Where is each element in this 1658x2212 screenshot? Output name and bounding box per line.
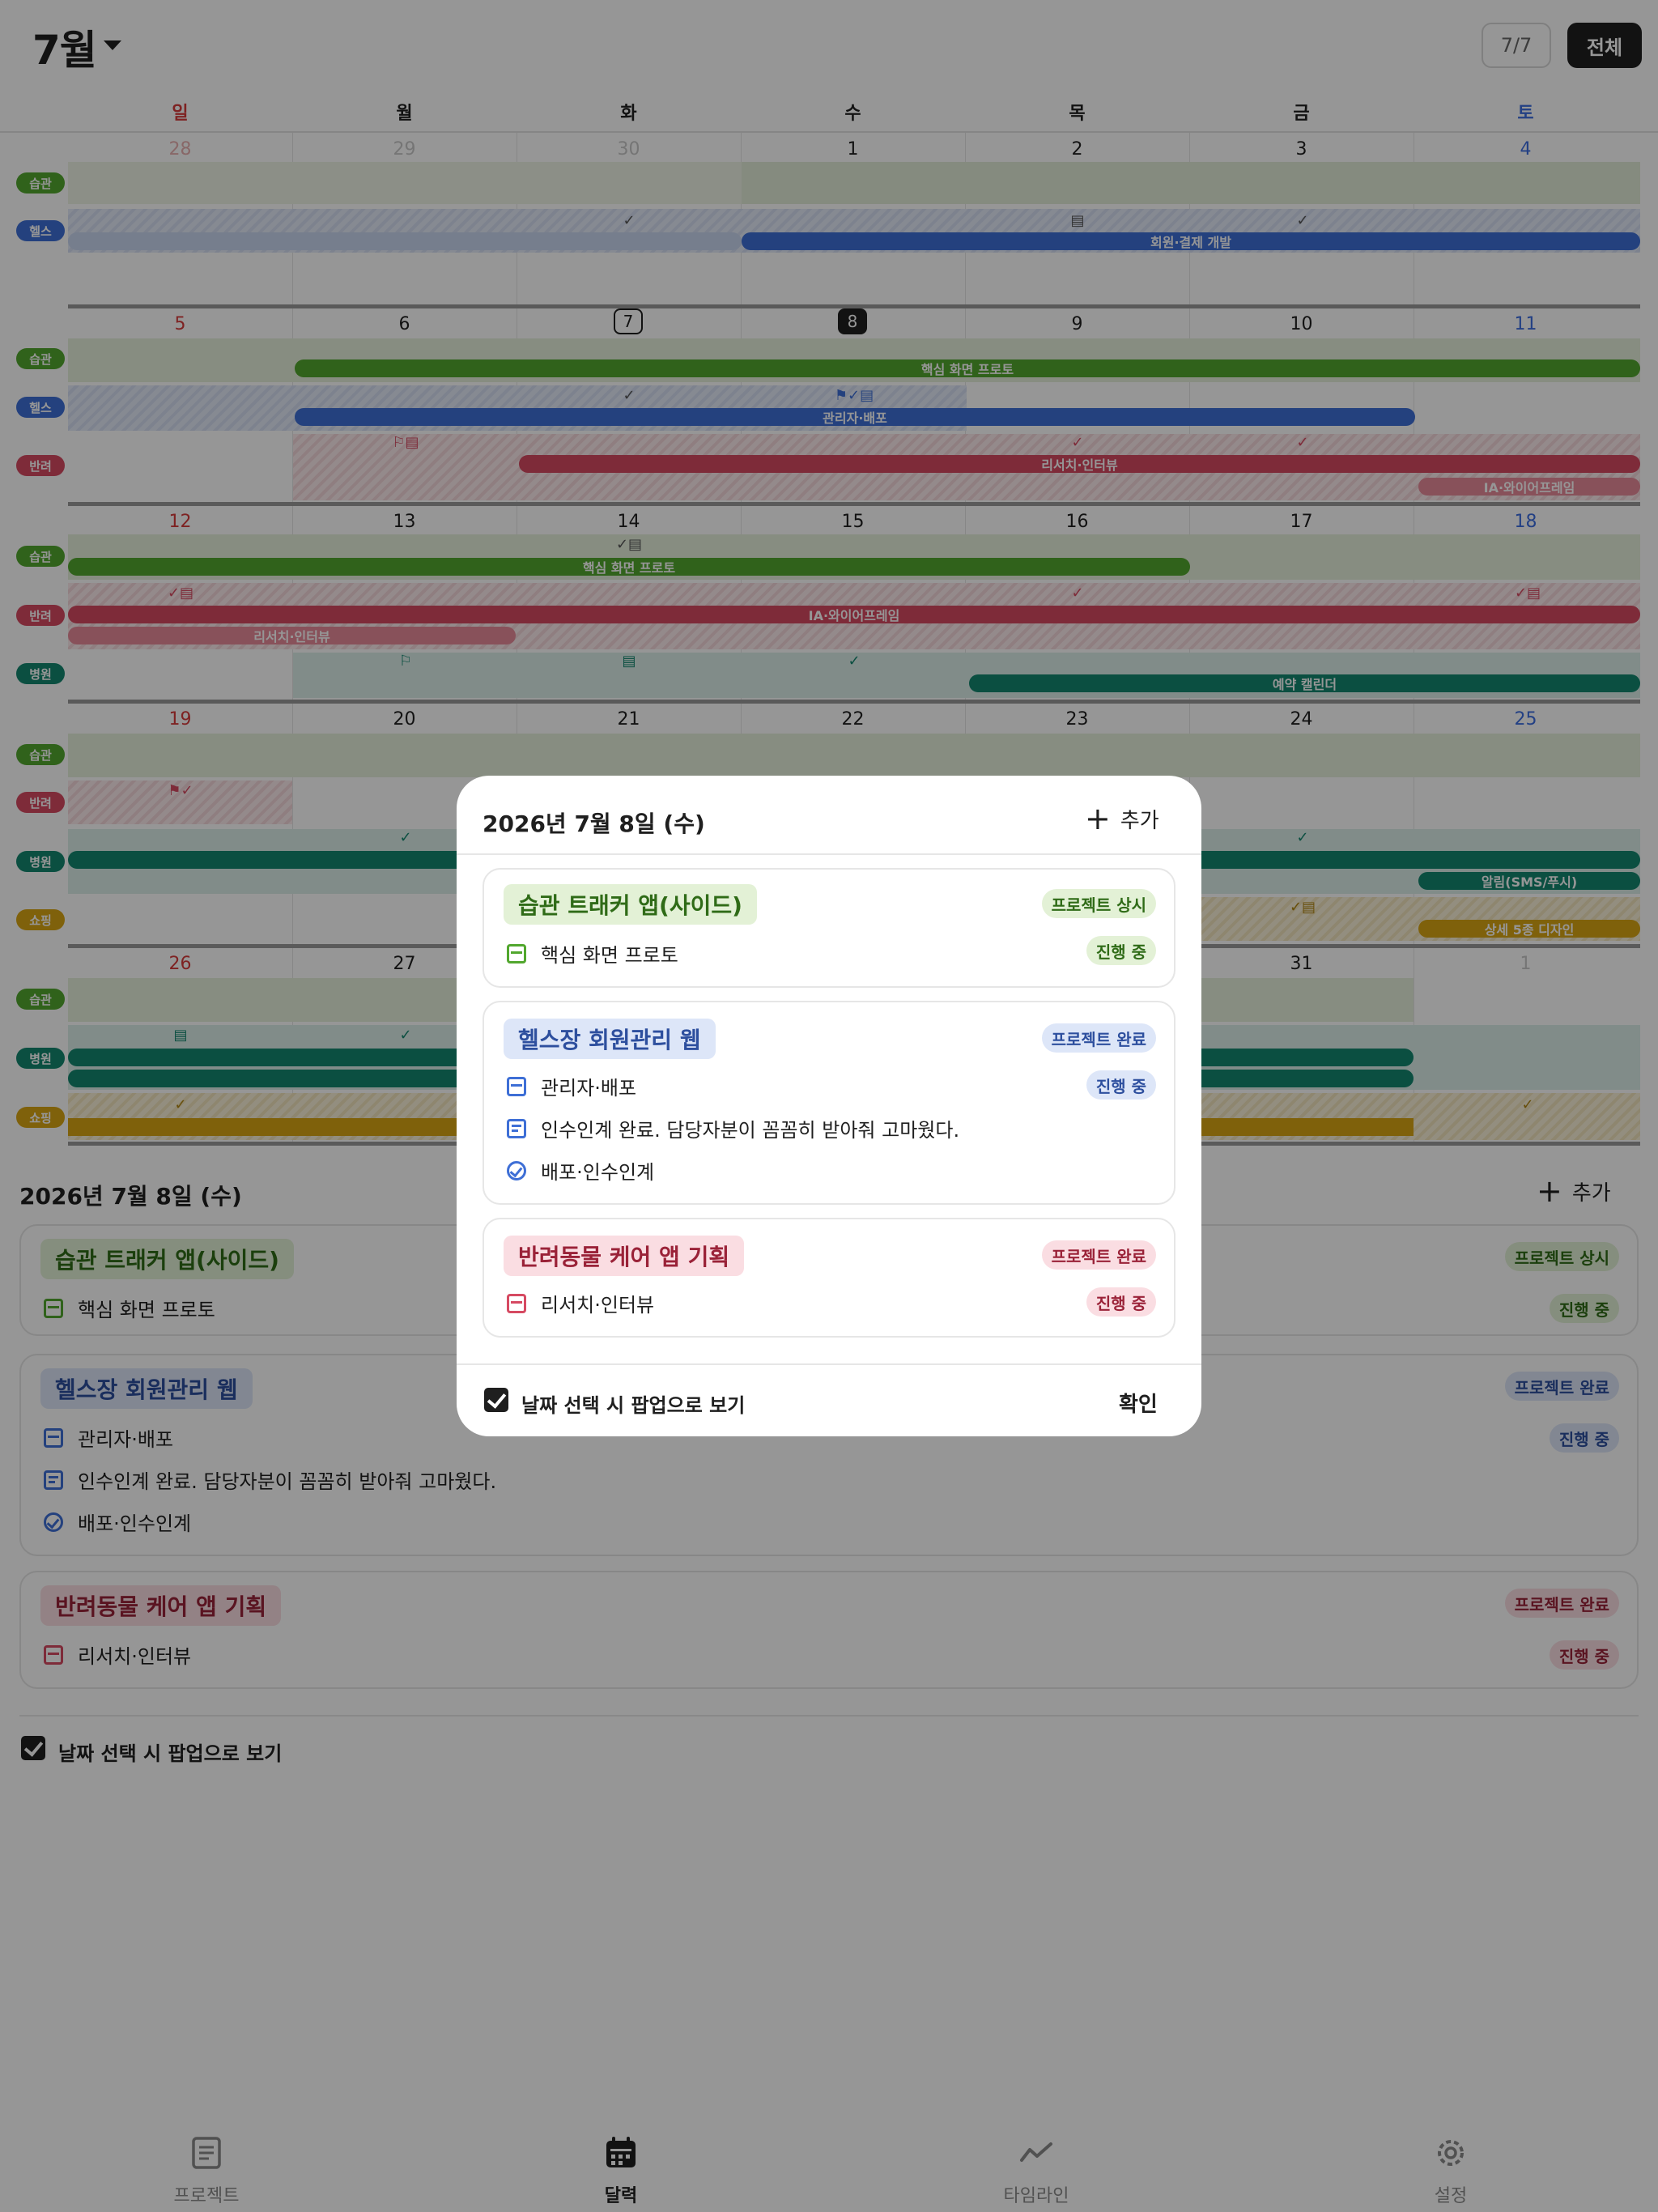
- task-text: 리서치·인터뷰: [541, 1294, 655, 1317]
- popup-toggle-label[interactable]: 날짜 선택 시 팝업으로 보기: [521, 1389, 745, 1418]
- project-card[interactable]: 헬스장 회원관리 웹 프로젝트 완료 관리자·배포 진행 중 인수인계 완료. …: [483, 1001, 1175, 1205]
- project-name: 습관 트래커 앱(사이드): [504, 884, 757, 925]
- note-text: 인수인계 완료. 담당자분이 꼼꼼히 받아줘 고마웠다.: [541, 1119, 960, 1142]
- done-text: 배포·인수인계: [541, 1161, 655, 1184]
- calendar-app: { "header":{"month":"7월","page_indicator…: [0, 0, 1658, 2212]
- calendar-icon: [507, 1076, 526, 1096]
- progress-badge: 진행 중: [1086, 1287, 1156, 1317]
- popup-date-title: 2026년 7월 8일 (수): [483, 810, 705, 837]
- status-badge: 프로젝트 완료: [1041, 1023, 1156, 1053]
- project-name: 반려동물 케어 앱 기획: [504, 1236, 745, 1276]
- popup-divider: [457, 853, 1201, 855]
- project-card[interactable]: 습관 트래커 앱(사이드) 프로젝트 상시 핵심 화면 프로토 진행 중: [483, 868, 1175, 988]
- task-text: 관리자·배포: [541, 1077, 637, 1100]
- plus-icon: +: [1085, 801, 1111, 836]
- note-icon: [507, 1118, 526, 1138]
- popup-add-button[interactable]: + 추가: [1085, 803, 1159, 834]
- task-row[interactable]: 관리자·배포: [507, 1072, 636, 1100]
- calendar-icon: [507, 943, 526, 963]
- add-label: 추가: [1120, 808, 1159, 833]
- popup-footer-divider: [457, 1363, 1201, 1365]
- progress-badge: 진행 중: [1086, 936, 1156, 965]
- task-row[interactable]: 리서치·인터뷰: [507, 1289, 654, 1317]
- task-row[interactable]: 핵심 화면 프로토: [507, 939, 678, 968]
- task-text: 핵심 화면 프로토: [541, 944, 678, 967]
- popup-toggle-checkbox[interactable]: [484, 1388, 508, 1412]
- done-row[interactable]: 배포·인수인계: [507, 1156, 654, 1185]
- status-badge: 프로젝트 상시: [1041, 889, 1156, 918]
- note-row[interactable]: 인수인계 완료. 담당자분이 꼼꼼히 받아줘 고마웠다.: [507, 1114, 959, 1142]
- project-name: 헬스장 회원관리 웹: [504, 1019, 716, 1059]
- progress-badge: 진행 중: [1086, 1070, 1156, 1100]
- project-card[interactable]: 반려동물 케어 앱 기획 프로젝트 완료 리서치·인터뷰 진행 중: [483, 1218, 1175, 1338]
- status-badge: 프로젝트 완료: [1041, 1240, 1156, 1270]
- calendar-icon: [507, 1293, 526, 1313]
- day-popup-dialog: 2026년 7월 8일 (수) + 추가 습관 트래커 앱(사이드) 프로젝트 상…: [457, 776, 1201, 1436]
- confirm-button[interactable]: 확인: [1119, 1388, 1158, 1418]
- check-circle-icon: [507, 1160, 526, 1180]
